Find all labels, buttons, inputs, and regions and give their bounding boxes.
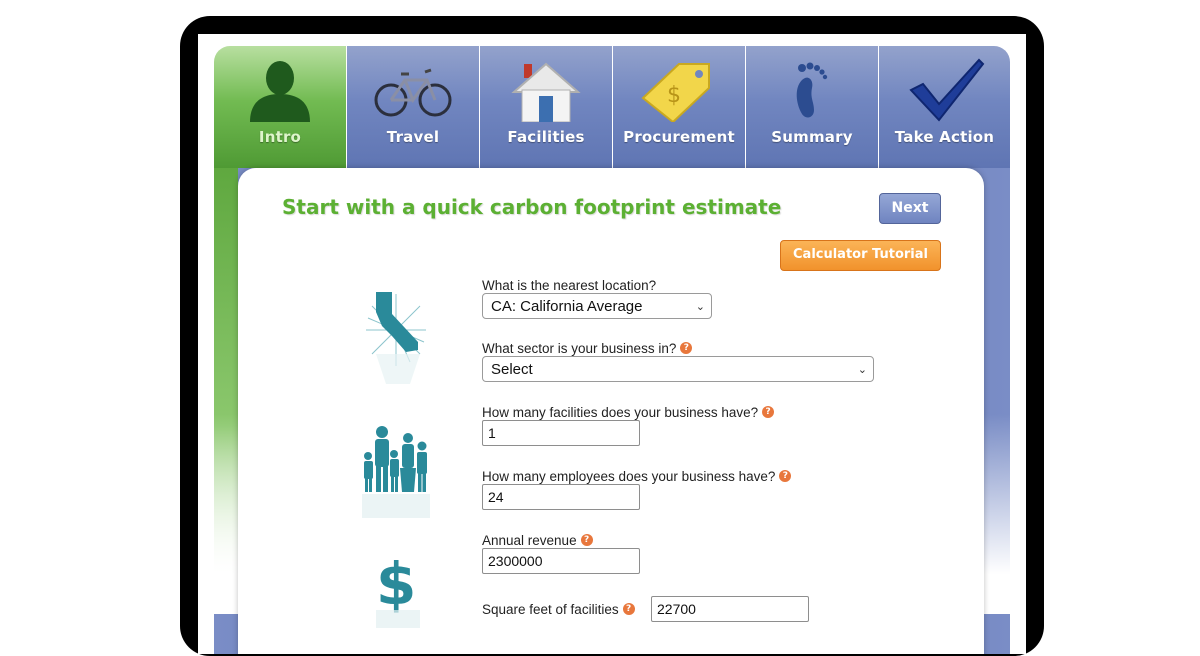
sector-label-text: What sector is your business in?: [482, 340, 677, 356]
person-silhouette-icon: [250, 61, 310, 122]
help-icon[interactable]: ?: [762, 406, 775, 419]
tab-intro[interactable]: Intro: [214, 46, 346, 168]
facilities-label: How many facilities does your business h…: [482, 404, 775, 420]
sector-select-value: Select: [491, 361, 533, 378]
footprint-icon: [796, 62, 828, 118]
bicycle-icon: [374, 68, 452, 117]
facilities-input[interactable]: 1: [482, 420, 640, 446]
help-icon[interactable]: ?: [779, 470, 792, 483]
svg-text:$: $: [376, 550, 416, 618]
employees-label: How many employees does your business ha…: [482, 468, 792, 484]
location-select[interactable]: CA: California Average ⌄: [482, 293, 712, 319]
location-label: What is the nearest location?: [482, 277, 656, 293]
tab-facilities[interactable]: Facilities: [480, 46, 612, 168]
square-feet-label-text: Square feet of facilities: [482, 601, 619, 617]
tab-label: Summary: [771, 128, 853, 146]
california-map-icon: [366, 292, 426, 384]
tab-label: Procurement: [623, 128, 735, 146]
help-icon[interactable]: ?: [580, 534, 593, 547]
revenue-label-text: Annual revenue: [482, 532, 577, 548]
tab-label: Travel: [386, 128, 440, 146]
tab-travel[interactable]: Travel: [347, 46, 479, 168]
tab-take-action[interactable]: Take Action: [879, 46, 1010, 168]
employees-label-text: How many employees does your business ha…: [482, 468, 776, 484]
help-icon[interactable]: ?: [680, 342, 693, 355]
family-silhouette-icon: [362, 426, 430, 518]
square-feet-input[interactable]: 22700: [651, 596, 809, 622]
tab-label: Intro: [258, 128, 302, 146]
tab-summary[interactable]: Summary: [746, 46, 878, 168]
facilities-label-text: How many facilities does your business h…: [482, 404, 759, 420]
checkmark-icon: [909, 58, 985, 122]
tab-procurement[interactable]: $ Procurement: [613, 46, 745, 168]
house-icon: [511, 62, 581, 122]
employees-input[interactable]: 24: [482, 484, 640, 510]
square-feet-label: Square feet of facilities?: [482, 601, 635, 617]
app-screen: Intro Travel Facilities $ Procurement Su…: [198, 34, 1026, 654]
revenue-input[interactable]: 2300000: [482, 548, 640, 574]
next-button[interactable]: Next: [879, 193, 941, 224]
calculator-tutorial-button[interactable]: Calculator Tutorial: [780, 240, 941, 271]
chevron-down-icon: ⌄: [695, 301, 705, 313]
tab-label: Take Action: [894, 128, 995, 146]
location-label-text: What is the nearest location?: [482, 277, 657, 293]
price-tag-icon: $: [641, 63, 710, 122]
content-panel: Start with a quick carbon footprint esti…: [238, 168, 984, 654]
sector-select[interactable]: Select ⌄: [482, 356, 874, 382]
svg-text:$: $: [667, 83, 681, 108]
calculator-tabs: Intro Travel Facilities $ Procurement Su…: [214, 46, 1010, 168]
location-select-value: CA: California Average: [491, 298, 643, 315]
chevron-down-icon: ⌄: [857, 364, 867, 376]
help-icon[interactable]: ?: [622, 603, 635, 616]
tab-label: Facilities: [507, 128, 585, 146]
dollar-sign-icon: $: [376, 550, 420, 628]
sector-label: What sector is your business in??: [482, 340, 693, 356]
page-title: Start with a quick carbon footprint esti…: [282, 195, 782, 219]
revenue-label: Annual revenue?: [482, 532, 593, 548]
